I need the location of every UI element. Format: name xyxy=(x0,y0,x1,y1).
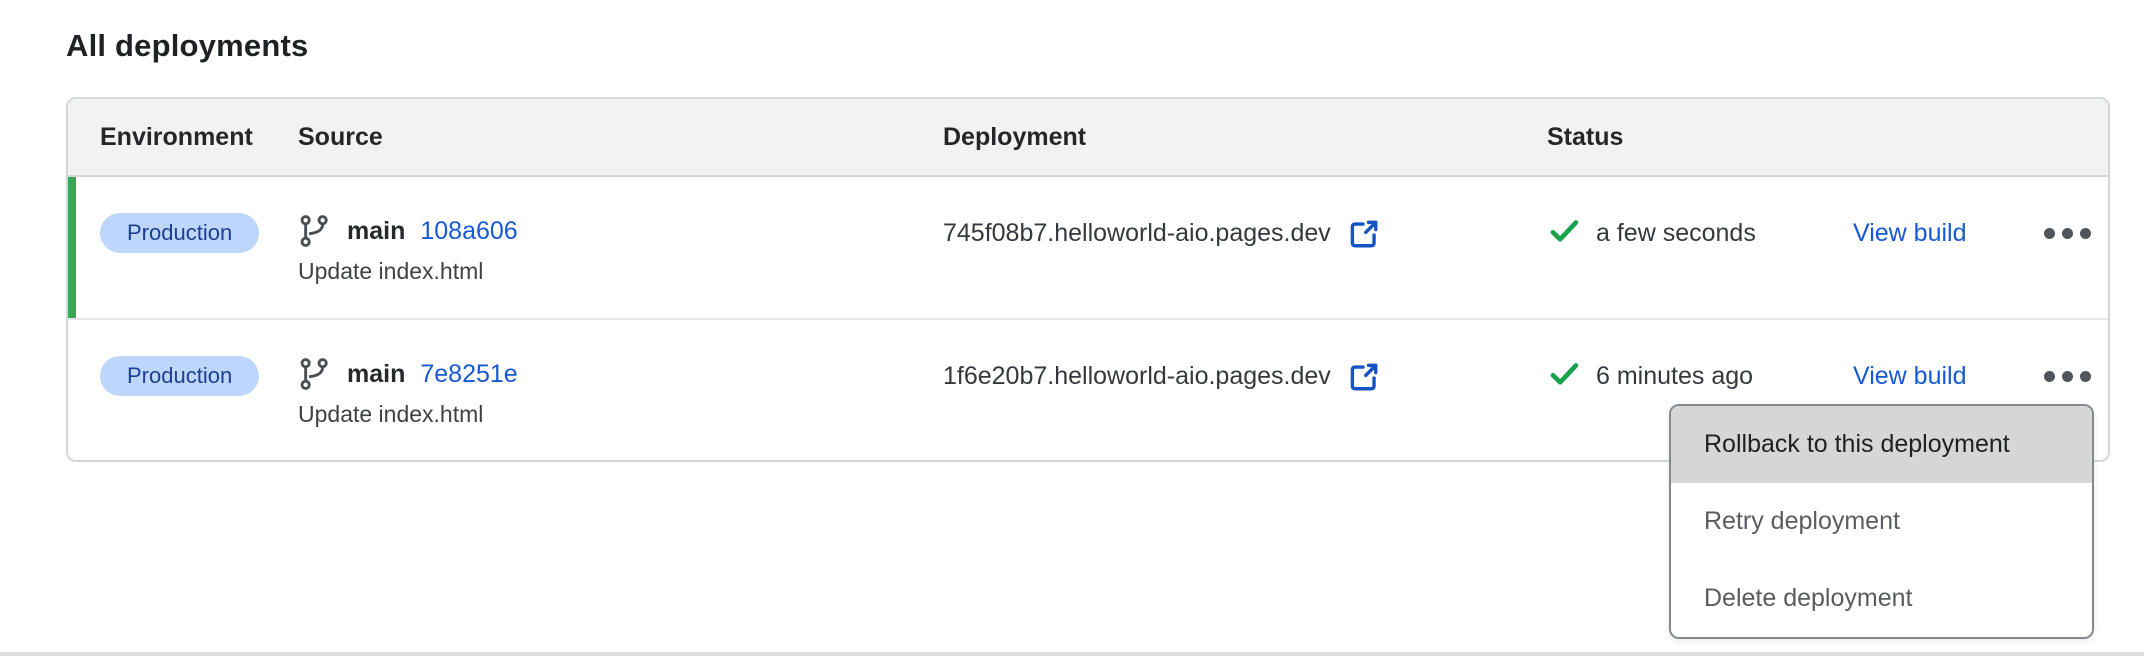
view-build-cell: View build xyxy=(1853,213,2013,253)
current-deployment-indicator-bar xyxy=(68,177,76,318)
source-cell: main 108a606 Update index.html xyxy=(298,211,943,286)
row-actions-cell xyxy=(2013,213,2108,253)
external-link-icon[interactable] xyxy=(1346,359,1380,393)
view-build-link[interactable]: View build xyxy=(1853,219,1967,248)
status-cell: a few seconds xyxy=(1547,213,1853,253)
external-link-icon[interactable] xyxy=(1346,216,1380,250)
deployment-url: 745f08b7.helloworld-aio.pages.dev xyxy=(943,219,1331,248)
commit-link[interactable]: 7e8251e xyxy=(420,360,517,389)
branch-name: main xyxy=(347,217,405,246)
status-time: a few seconds xyxy=(1596,219,1756,248)
environment-badge: Production xyxy=(100,356,259,396)
git-branch-icon xyxy=(298,357,332,391)
status-time: 6 minutes ago xyxy=(1596,362,1753,391)
environment-badge: Production xyxy=(100,213,259,253)
view-build-cell: View build xyxy=(1853,356,2013,396)
source-cell: main 7e8251e Update index.html xyxy=(298,354,943,429)
check-icon xyxy=(1547,214,1581,253)
page-title: All deployments xyxy=(66,28,308,64)
column-header-environment: Environment xyxy=(100,123,298,152)
menu-item-delete[interactable]: Delete deployment xyxy=(1671,560,2092,637)
commit-link[interactable]: 108a606 xyxy=(420,217,517,246)
deployment-cell: 745f08b7.helloworld-aio.pages.dev xyxy=(943,213,1547,253)
ellipsis-icon xyxy=(2044,228,2055,239)
git-branch-icon xyxy=(298,214,332,248)
page-bottom-divider xyxy=(0,652,2144,656)
menu-item-rollback[interactable]: Rollback to this deployment xyxy=(1671,406,2092,483)
environment-cell: Production xyxy=(100,356,298,396)
commit-message: Update index.html xyxy=(298,256,943,286)
status-cell: 6 minutes ago xyxy=(1547,356,1853,396)
branch-name: main xyxy=(347,360,405,389)
commit-message: Update index.html xyxy=(298,399,943,429)
deployment-cell: 1f6e20b7.helloworld-aio.pages.dev xyxy=(943,356,1547,396)
row-actions-cell xyxy=(2013,356,2108,396)
table-header-row: Environment Source Deployment Status xyxy=(68,99,2108,177)
ellipsis-icon xyxy=(2044,371,2055,382)
column-header-status: Status xyxy=(1547,123,2108,152)
ellipsis-menu-button[interactable] xyxy=(2013,228,2091,239)
column-header-deployment: Deployment xyxy=(943,123,1547,152)
menu-item-retry[interactable]: Retry deployment xyxy=(1671,483,2092,560)
check-icon xyxy=(1547,357,1581,396)
deployment-context-menu: Rollback to this deployment Retry deploy… xyxy=(1669,404,2094,639)
table-row: Production main 108a606 Update index.htm… xyxy=(68,177,2108,320)
column-header-source: Source xyxy=(298,123,943,152)
deployment-url: 1f6e20b7.helloworld-aio.pages.dev xyxy=(943,362,1331,391)
environment-cell: Production xyxy=(100,213,298,253)
ellipsis-menu-button[interactable] xyxy=(2013,371,2091,382)
view-build-link[interactable]: View build xyxy=(1853,362,1967,391)
